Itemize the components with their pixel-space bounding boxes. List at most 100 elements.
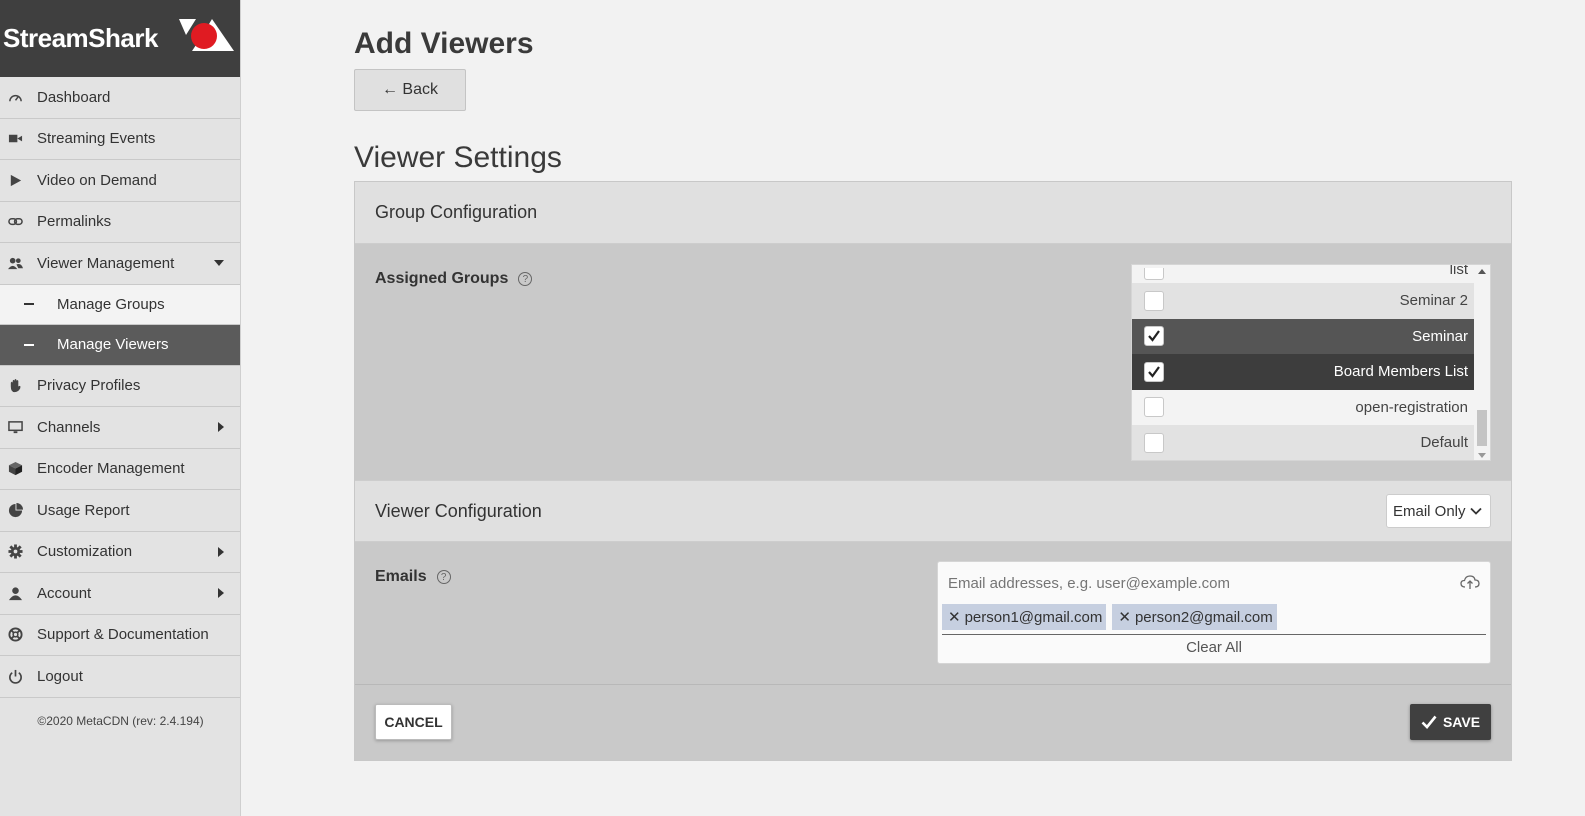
clear-all-link[interactable]: Clear All <box>938 639 1490 656</box>
group-checkbox[interactable] <box>1144 432 1164 453</box>
group-row-seminar-2[interactable]: Seminar 2 <box>1132 283 1490 319</box>
sidebar-item-label: Permalinks <box>37 213 112 231</box>
assigned-groups-label-wrap: Assigned Groups ? <box>375 270 533 288</box>
user-icon <box>7 585 23 601</box>
gauge-icon <box>7 89 23 105</box>
form-footer: CANCEL SAVE <box>355 684 1511 760</box>
sidebar-item-encoder-management[interactable]: Encoder Management <box>0 449 240 490</box>
group-checkbox[interactable] <box>1144 290 1164 311</box>
cloud-upload-icon[interactable] <box>1460 574 1480 590</box>
save-label: SAVE <box>1442 714 1481 730</box>
group-row-list[interactable]: list <box>1132 265 1490 283</box>
sidebar-item-label: Account <box>37 584 92 602</box>
sidebar-item-label: Privacy Profiles <box>37 377 141 395</box>
email-divider <box>942 634 1486 635</box>
viewer-mode-value: Email Only <box>1393 502 1466 520</box>
sidebar-item-video-on-demand[interactable]: Video on Demand <box>0 160 240 202</box>
sidebar-item-channels[interactable]: Channels <box>0 407 240 449</box>
scroll-up-arrow-icon[interactable] <box>1478 269 1486 274</box>
viewer-mode-select[interactable]: Email Only <box>1386 494 1491 528</box>
link-icon <box>7 214 23 230</box>
hand-icon <box>7 378 23 394</box>
sidebar-item-streaming-events[interactable]: Streaming Events <box>0 119 240 160</box>
sidebar-item-label: Support & Documentation <box>37 626 209 644</box>
sidebar-item-privacy-profiles[interactable]: Privacy Profiles <box>0 366 240 407</box>
sidebar-item-support-documentation[interactable]: Support & Documentation <box>0 615 240 656</box>
group-checkbox[interactable] <box>1144 397 1164 418</box>
group-list-scrollbar[interactable] <box>1474 265 1490 460</box>
cube-icon <box>7 461 23 477</box>
help-icon[interactable]: ? <box>518 272 533 286</box>
viewer-settings-panel: Group Configuration Assigned Groups ? li… <box>354 181 1512 761</box>
emails-label-wrap: Emails ? <box>375 568 451 586</box>
caret-right-icon <box>218 422 224 433</box>
caret-down-icon <box>214 260 224 267</box>
group-checkbox-checked[interactable] <box>1144 326 1164 347</box>
caret-right-icon <box>218 588 224 599</box>
scroll-thumb[interactable] <box>1477 410 1487 446</box>
help-icon[interactable]: ? <box>436 570 451 584</box>
group-row-open-registration[interactable]: open-registration <box>1132 390 1490 426</box>
email-chip: ✕ person1@gmail.com <box>942 604 1107 630</box>
group-name: Board Members List <box>1333 363 1468 381</box>
group-name: list <box>1449 264 1468 278</box>
sidebar-item-customization[interactable]: Customization <box>0 532 240 573</box>
save-button[interactable]: SAVE <box>1410 704 1491 740</box>
dash-icon <box>24 303 34 306</box>
viewer-configuration-title: Viewer Configuration <box>375 500 542 521</box>
email-input[interactable] <box>948 575 1448 592</box>
viewer-configuration-header: Viewer Configuration Email Only <box>355 480 1511 542</box>
page-title: Add Viewers <box>354 27 534 60</box>
streamshark-logo-icon <box>179 19 234 51</box>
sidebar-item-label: Usage Report <box>37 501 130 519</box>
group-name: Default <box>1420 434 1468 452</box>
remove-email-icon[interactable]: ✕ <box>1118 608 1131 626</box>
play-icon <box>7 172 23 188</box>
users-icon <box>7 255 23 271</box>
pie-chart-icon <box>7 502 23 518</box>
sidebar-item-label: Customization <box>37 543 133 561</box>
email-chip: ✕ person2@gmail.com <box>1112 604 1277 630</box>
sidebar-item-label: Video on Demand <box>37 171 157 189</box>
sidebar-item-label: Logout <box>37 667 83 685</box>
group-checkbox[interactable] <box>1144 268 1164 280</box>
chevron-down-icon <box>1470 507 1482 515</box>
section-title: Viewer Settings <box>354 141 562 174</box>
monitor-icon <box>7 419 23 435</box>
assigned-groups-label: Assigned Groups <box>375 270 509 287</box>
sidebar-item-label: Encoder Management <box>37 460 185 478</box>
sidebar-item-dashboard[interactable]: Dashboard <box>0 77 240 119</box>
assigned-groups-section: Assigned Groups ? list Seminar 2 Seminar… <box>355 244 1511 480</box>
emails-section: Emails ? ✕ person1@gmail.com ✕ person2@g… <box>355 542 1511 684</box>
email-chip-label: person1@gmail.com <box>964 608 1103 626</box>
email-tag-input[interactable]: ✕ person1@gmail.com ✕ person2@gmail.com … <box>937 561 1491 664</box>
copyright-text: ©2020 MetaCDN (rev: 2.4.194) <box>37 713 204 728</box>
sidebar-item-permalinks[interactable]: Permalinks <box>0 202 240 243</box>
sidebar-subitem-label: Manage Groups <box>57 295 165 313</box>
sidebar-item-usage-report[interactable]: Usage Report <box>0 490 240 532</box>
group-row-default[interactable]: Default <box>1132 425 1490 460</box>
sidebar: StreamShark Dashboard Streaming Events V… <box>0 0 241 816</box>
back-button[interactable]: ← Back <box>354 69 466 111</box>
group-configuration-header: Group Configuration <box>355 182 1511 244</box>
gear-icon <box>7 544 23 560</box>
cancel-button[interactable]: CANCEL <box>375 704 452 740</box>
group-row-board-members-list[interactable]: Board Members List <box>1132 354 1490 390</box>
sidebar-item-viewer-management[interactable]: Viewer Management <box>0 243 240 285</box>
caret-right-icon <box>218 546 224 557</box>
sidebar-item-account[interactable]: Account <box>0 573 240 615</box>
checkmark-icon <box>1421 715 1437 729</box>
group-list[interactable]: list Seminar 2 Seminar Board Members Lis… <box>1131 264 1491 461</box>
sidebar-item-label: Streaming Events <box>37 130 156 148</box>
group-checkbox-checked[interactable] <box>1144 361 1164 382</box>
scroll-down-arrow-icon[interactable] <box>1478 453 1486 458</box>
brand-logo-text[interactable]: StreamShark <box>3 23 158 54</box>
group-configuration-title: Group Configuration <box>375 202 538 222</box>
sidebar-item-label: Dashboard <box>37 88 111 106</box>
sidebar-subitem-manage-groups[interactable]: Manage Groups <box>0 284 240 325</box>
group-row-seminar[interactable]: Seminar <box>1132 318 1490 354</box>
sidebar-item-logout[interactable]: Logout <box>0 656 240 698</box>
remove-email-icon[interactable]: ✕ <box>948 608 961 626</box>
emails-label: Emails <box>375 568 427 585</box>
sidebar-subitem-manage-viewers[interactable]: Manage Viewers <box>0 325 240 366</box>
